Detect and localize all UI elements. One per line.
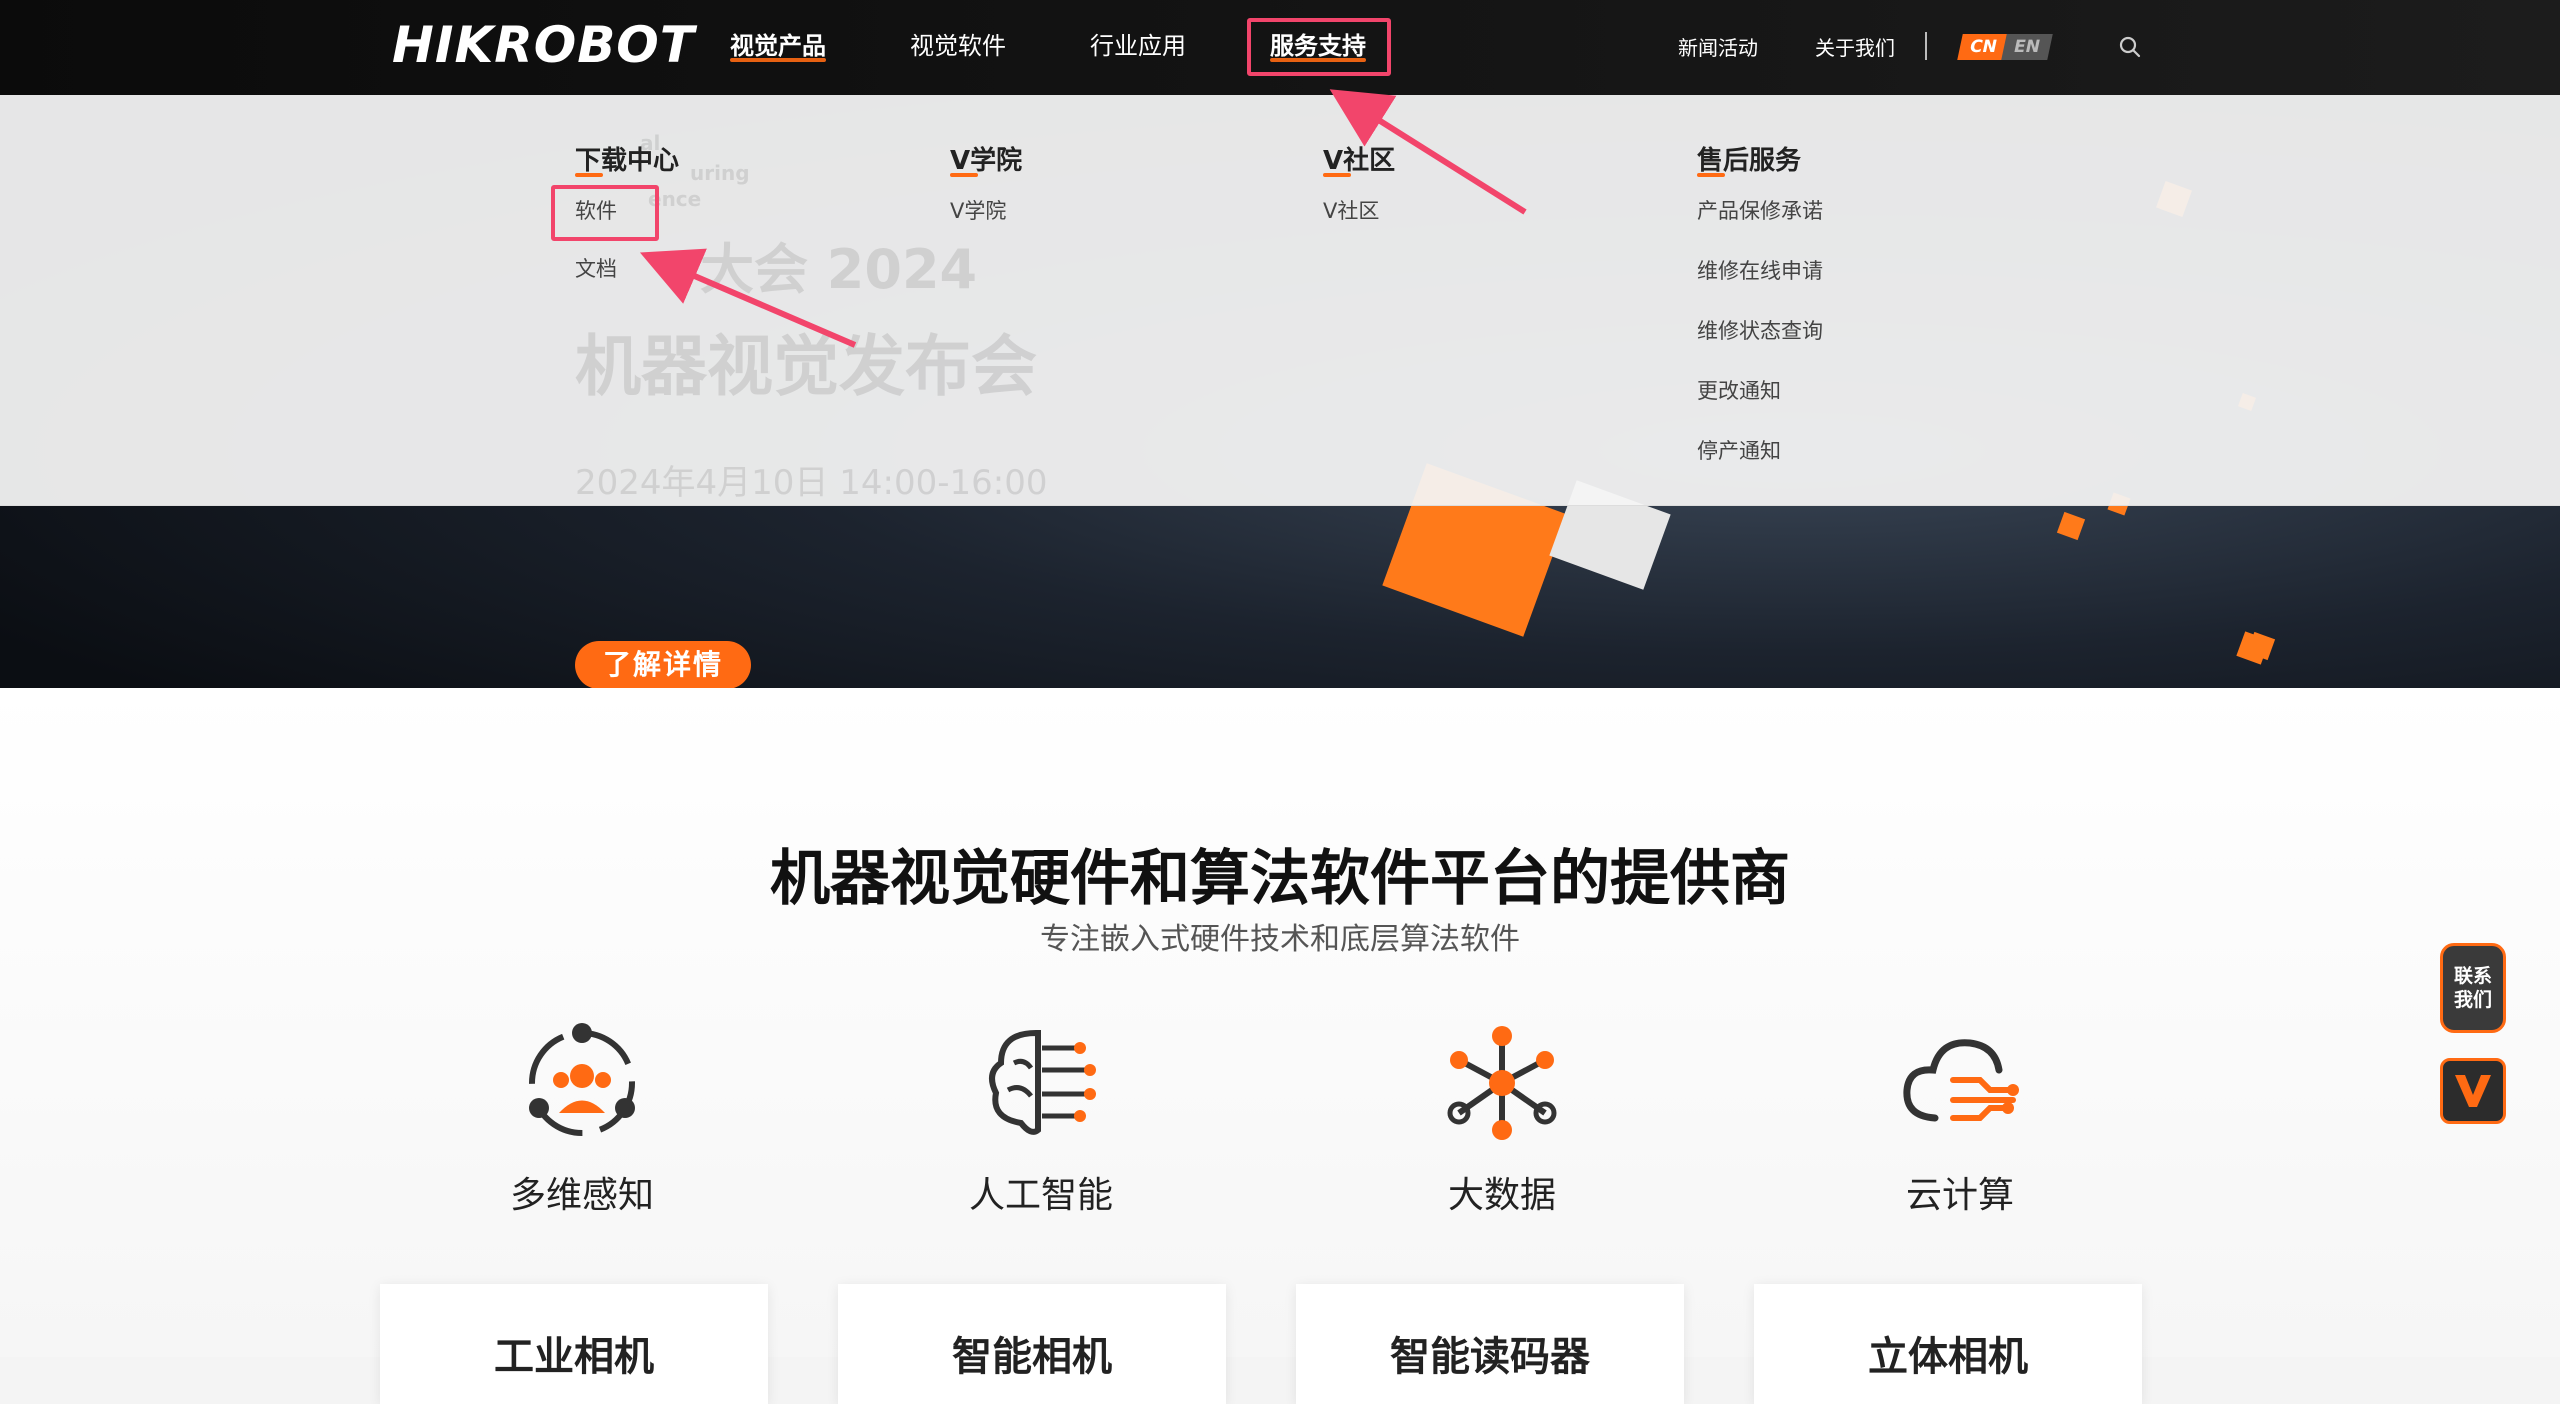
contact-line: 联系 xyxy=(2453,965,2492,987)
feature-label: 人工智能 xyxy=(968,1175,1113,1216)
product-card-3d-camera[interactable]: 立体相机 xyxy=(1754,1284,2142,1404)
hikrobot-logo[interactable]: HIKROBOT xyxy=(392,14,695,76)
card-title: 智能读码器 xyxy=(1390,1334,1590,1380)
nav-news[interactable]: 新闻活动 xyxy=(1678,28,1758,68)
nav-divider xyxy=(1925,32,1927,60)
v-logo-icon xyxy=(2455,1075,2491,1107)
link-discontinue-notice[interactable]: 停产通知 xyxy=(1697,433,1823,469)
card-title: 工业相机 xyxy=(494,1334,654,1380)
dropdown-col-aftersales: 售后服务 产品保修承诺 维修在线申请 维修状态查询 更改通知 停产通知 xyxy=(1697,143,1823,469)
link-repair-status[interactable]: 维修状态查询 xyxy=(1697,313,1823,349)
link-warranty[interactable]: 产品保修承诺 xyxy=(1697,193,1823,229)
ghost-text: 大会 2024 xyxy=(700,238,978,301)
service-support-dropdown: al uring ence 大会 2024 机器视觉发布会 2024年4月10日… xyxy=(0,95,2560,506)
link-change-notice[interactable]: 更改通知 xyxy=(1697,373,1823,409)
dropdown-col-community: V社区 V社区 xyxy=(1323,143,1395,229)
community-title: V社区 xyxy=(1323,143,1395,179)
feature-label: 多维感知 xyxy=(509,1175,654,1216)
nav-industry-apps[interactable]: 行业应用 xyxy=(1090,26,1186,66)
academy-title: V学院 xyxy=(950,143,1022,179)
highlight-box-service xyxy=(1247,18,1391,76)
search-icon[interactable] xyxy=(2118,35,2142,59)
feature-ai[interactable]: 人工智能 xyxy=(891,1018,1191,1218)
cloud-compute-icon xyxy=(1903,1039,2019,1122)
ghost-text: 机器视觉发布会 xyxy=(575,328,1037,405)
highlight-box-software xyxy=(551,185,659,241)
nav-vision-products[interactable]: 视觉产品 xyxy=(730,26,826,66)
feature-cloud[interactable]: 云计算 xyxy=(1810,1018,2110,1218)
feature-big-data[interactable]: 大数据 xyxy=(1352,1018,1652,1218)
big-data-icon xyxy=(1447,1026,1557,1140)
download-center-title: 下载中心 xyxy=(575,143,679,179)
ghost-text: uring xyxy=(690,161,750,185)
ghost-text: 2024年4月10日 14:00-16:00 xyxy=(575,463,1048,503)
product-card-smart-camera[interactable]: 智能相机 xyxy=(838,1284,1226,1404)
page-subline: 专注嵌入式硬件技术和底层算法软件 xyxy=(1040,922,1520,957)
feature-label: 云计算 xyxy=(1905,1175,2014,1216)
contact-line: 我们 xyxy=(2453,989,2492,1011)
multi-sense-icon xyxy=(529,1023,635,1136)
main-section: 机器视觉硬件和算法软件平台的提供商 专注嵌入式硬件技术和底层算法软件 多维感知 xyxy=(0,688,2560,1404)
nav-about[interactable]: 关于我们 xyxy=(1815,28,1895,68)
contact-us-widget[interactable]: 联系 我们 xyxy=(2440,943,2506,1033)
link-documents[interactable]: 文档 xyxy=(575,251,679,287)
page-headline: 机器视觉硬件和算法软件平台的提供商 xyxy=(770,844,1790,914)
feature-label: 大数据 xyxy=(1447,1175,1556,1216)
v-community-widget[interactable] xyxy=(2440,1058,2506,1124)
hero-particle xyxy=(2056,511,2086,541)
product-card-industrial-camera[interactable]: 工业相机 xyxy=(380,1284,768,1404)
card-title: 智能相机 xyxy=(952,1334,1112,1380)
learn-more-button[interactable]: 了解详情 xyxy=(575,641,751,688)
product-card-code-reader[interactable]: 智能读码器 xyxy=(1296,1284,1684,1404)
dropdown-col-academy: V学院 V学院 xyxy=(950,143,1022,229)
link-academy[interactable]: V学院 xyxy=(950,193,1022,229)
link-repair-apply[interactable]: 维修在线申请 xyxy=(1697,253,1823,289)
feature-multi-sense[interactable]: 多维感知 xyxy=(432,1018,732,1218)
nav-vision-software[interactable]: 视觉软件 xyxy=(910,26,1006,66)
ai-brain-icon xyxy=(989,1030,1096,1135)
aftersales-title: 售后服务 xyxy=(1697,143,1801,179)
link-community[interactable]: V社区 xyxy=(1323,193,1395,229)
lang-en-button[interactable]: EN xyxy=(2001,34,2053,60)
card-title: 立体相机 xyxy=(1868,1334,2028,1380)
